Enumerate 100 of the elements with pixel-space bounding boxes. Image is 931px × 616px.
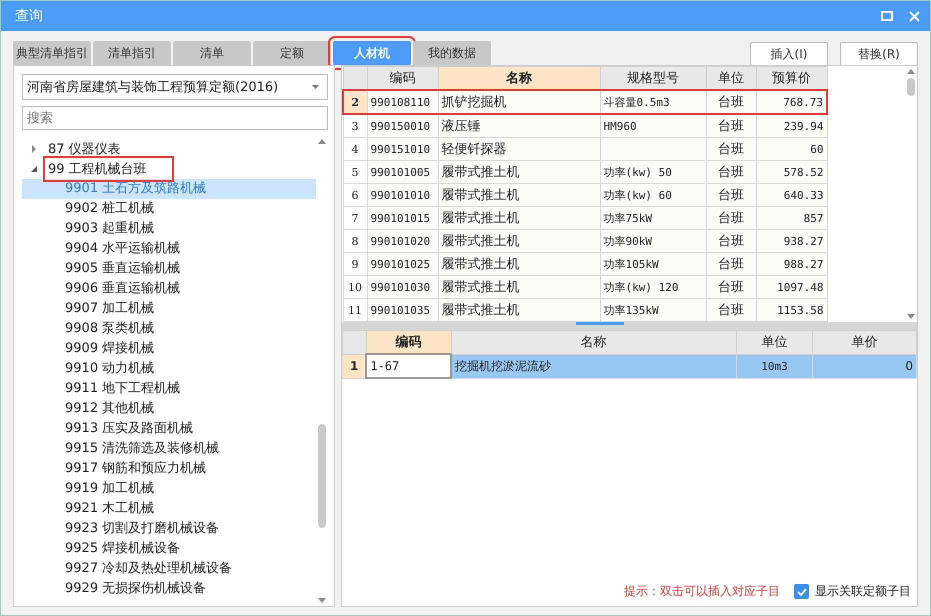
splitter-handle[interactable] — [576, 322, 624, 325]
tree-item[interactable]: 9912 其他机械 — [22, 399, 316, 419]
table-cell: 台班 — [706, 90, 756, 114]
row-number: 11 — [343, 298, 367, 322]
action-button[interactable]: 替换(R) — [840, 42, 918, 66]
table-cell: 功率(kw) 60 — [604, 188, 672, 202]
tree-item[interactable]: 9923 切割及打磨机械设备 — [22, 519, 316, 539]
column-header[interactable]: 单位 — [706, 66, 756, 90]
tree-item[interactable]: 9904 水平运输机械 — [22, 239, 316, 259]
tree-item[interactable]: 9908 泵类机械 — [22, 319, 316, 339]
maximize-icon[interactable] — [881, 11, 893, 21]
table-row[interactable]: 4 990151010 轻便钎探器 台班 60 — [343, 138, 827, 160]
table-cell: HM960 — [604, 120, 637, 132]
table-cell: 990151010 — [367, 138, 438, 160]
column-header[interactable]: 预算价 — [756, 66, 827, 90]
expand-arrow-icon[interactable] — [30, 145, 38, 153]
tree-item[interactable]: 9910 动力机械 — [22, 359, 316, 379]
close-icon[interactable] — [909, 10, 920, 22]
scroll-up-icon[interactable] — [318, 139, 326, 144]
table-cell: 台班 — [706, 138, 756, 160]
table-cell: 1097.48 — [756, 276, 827, 298]
column-header[interactable]: 名称 — [451, 330, 736, 354]
checkbox-label[interactable]: 显示关联定额子目 — [815, 583, 911, 600]
tab[interactable]: 我的数据 — [413, 41, 491, 65]
table-cell: 履带式推土机 — [438, 230, 600, 252]
scroll-down-icon[interactable] — [318, 598, 326, 603]
tab[interactable]: 定额 — [253, 41, 331, 65]
tree-item[interactable]: 9903 起重机械 — [22, 219, 316, 239]
tree-item[interactable]: 9906 垂直运输机械 — [22, 279, 316, 299]
table-cell: 履带式推土机 — [438, 298, 600, 322]
tree-item[interactable]: 9905 垂直运输机械 — [22, 259, 316, 279]
table-cell: 857 — [756, 206, 827, 230]
scroll-down-icon[interactable] — [907, 314, 915, 319]
row-number: 5 — [343, 160, 367, 184]
table-cell: 功率(kw) 120 — [604, 280, 678, 294]
table-cell: 990101030 — [367, 276, 438, 298]
table-cell: 台班 — [706, 252, 756, 276]
tree-item[interactable]: 87 仪器仪表 — [46, 139, 123, 159]
tree-item[interactable]: 9915 清洗筛选及装修机械 — [22, 439, 316, 459]
tree-item[interactable]: 9919 加工机械 — [22, 479, 316, 499]
table-cell: 239.94 — [756, 114, 827, 138]
table-cell: 功率75kW — [604, 212, 652, 224]
tree-item[interactable]: 9921 木工机械 — [22, 499, 316, 519]
collapse-arrow-icon[interactable] — [30, 165, 38, 173]
scroll-up-icon[interactable] — [907, 69, 915, 74]
table-cell: 988.27 — [756, 252, 827, 276]
table-row[interactable]: 8 990101020 履带式推土机 功率90kW 台班 938.27 — [343, 230, 827, 252]
tree-item[interactable]: 9902 桩工机械 — [22, 199, 316, 219]
table-cell: 履带式推土机 — [438, 252, 600, 276]
tab[interactable]: 清单 — [173, 41, 251, 65]
row-number: 1 — [342, 354, 366, 378]
table-cell: 履带式推土机 — [438, 184, 600, 206]
table-cell: 履带式推土机 — [438, 206, 600, 230]
column-header[interactable]: 名称 — [438, 66, 600, 90]
action-button[interactable]: 插入(I) — [750, 42, 828, 66]
tree-item[interactable]: 9929 无损探伤机械设备 — [22, 579, 316, 599]
tree-item[interactable]: 9907 加工机械 — [22, 299, 316, 319]
checkbox[interactable] — [794, 584, 809, 599]
table-cell: 台班 — [706, 298, 756, 322]
table-row[interactable]: 2 990108110 抓铲挖掘机 斗容量0.5m3 台班 768.73 — [343, 90, 827, 114]
column-header[interactable]: 规格型号 — [600, 66, 706, 90]
scrollbar-thumb[interactable] — [318, 424, 326, 528]
scrollbar[interactable] — [905, 66, 917, 322]
table-cell: 挖掘机挖淤泥流砂 — [451, 354, 736, 378]
table-row[interactable]: 9 990101025 履带式推土机 功率105kW 台班 988.27 — [343, 252, 827, 276]
column-header[interactable]: 编码 — [367, 66, 438, 90]
table-cell: 578.52 — [756, 160, 827, 184]
tree-item[interactable]: 9913 压实及路面机械 — [22, 419, 316, 439]
column-header[interactable]: 编码 — [366, 330, 452, 354]
tab[interactable]: 典型清单指引 — [13, 41, 91, 65]
window-title: 查询 — [15, 7, 44, 25]
row-number: 7 — [343, 206, 367, 230]
table-row[interactable]: 3 990150010 液压锤 HM960 台班 239.94 — [343, 114, 827, 138]
table-cell: 台班 — [706, 230, 756, 252]
table-cell: 990101035 — [367, 298, 438, 322]
search-field[interactable]: 搜索 — [22, 106, 328, 130]
scrollbar-thumb[interactable] — [907, 78, 915, 96]
tree-item[interactable]: 9927 冷却及热处理机械设备 — [22, 559, 316, 579]
tree-item[interactable]: 9925 焊接机械设备 — [22, 539, 316, 559]
table-cell: 轻便钎探器 — [438, 138, 600, 160]
table-cell: 990150010 — [367, 114, 438, 138]
tab[interactable]: 清单指引 — [93, 41, 171, 65]
tree-item[interactable]: 9911 地下工程机械 — [22, 379, 316, 399]
table-row[interactable]: 6 990101010 履带式推土机 功率(kw) 60 台班 640.33 — [343, 184, 827, 206]
table-cell[interactable]: 1-67 — [366, 354, 452, 378]
table-row[interactable]: 10 990101030 履带式推土机 功率(kw) 120 台班 1097.48 — [343, 276, 827, 298]
column-header[interactable]: 单价 — [812, 330, 916, 354]
table-row[interactable]: 11 990101035 履带式推土机 功率135kW 台班 1153.58 — [343, 298, 827, 322]
table-cell: 履带式推土机 — [438, 160, 600, 184]
table-row[interactable]: 1 1-67 挖掘机挖淤泥流砂 10m3 0 — [342, 354, 916, 378]
tree-item[interactable]: 9917 钢筋和预应力机械 — [22, 459, 316, 479]
library-dropdown[interactable]: 河南省房屋建筑与装饰工程预算定额(2016) — [22, 74, 328, 100]
column-header[interactable]: 单位 — [736, 330, 813, 354]
table-cell: 抓铲挖掘机 — [438, 90, 600, 114]
table-cell: 台班 — [706, 114, 756, 138]
tree-item[interactable]: 9909 焊接机械 — [22, 339, 316, 359]
table-row[interactable]: 5 990101005 履带式推土机 功率(kw) 50 台班 578.52 — [343, 160, 827, 184]
row-number: 2 — [343, 90, 367, 114]
table-row[interactable]: 7 990101015 履带式推土机 功率75kW 台班 857 — [343, 206, 827, 230]
tree-item[interactable]: 99 工程机械台班 — [46, 159, 171, 179]
